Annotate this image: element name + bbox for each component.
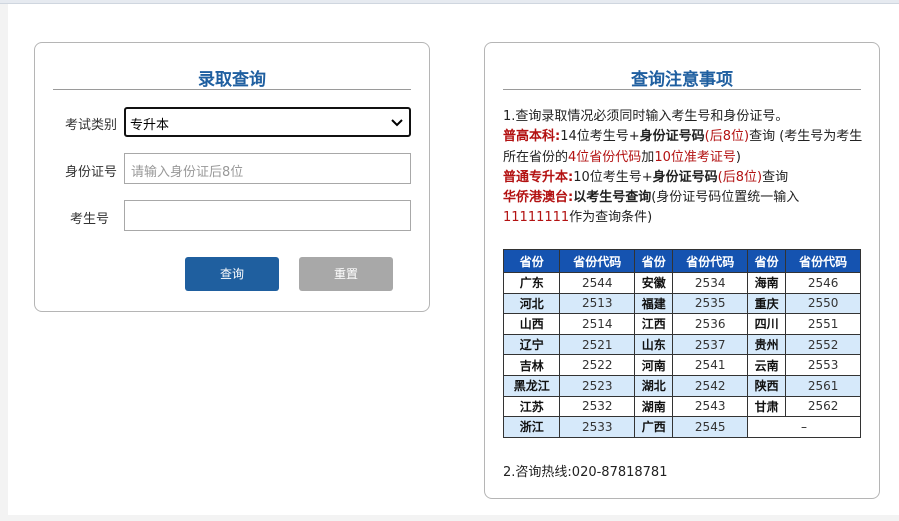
note-1: 1.查询录取情况必须同时输入考生号和身份证号。 (503, 109, 789, 124)
header-province: 省份 (634, 249, 674, 273)
province-name: 山东 (634, 333, 674, 356)
province-code: 2532 (559, 395, 636, 418)
province-name: 福建 (634, 292, 674, 315)
province-code: 2561 (785, 374, 861, 397)
province-name: 辽宁 (502, 333, 561, 356)
title-divider (503, 89, 861, 90)
province-code: 2550 (785, 292, 861, 315)
note-gaokao: 普高本科:14位考生号+身份证号码(后8位)查询 (考生号为考生所在省份的4位省… (503, 129, 863, 165)
query-panel-title: 录取查询 (198, 70, 266, 90)
province-name: 山西 (502, 313, 561, 335)
province-code: 2513 (559, 292, 636, 315)
header-code: 省份代码 (672, 249, 749, 273)
exam-type-select[interactable]: 专升本 (124, 107, 411, 137)
table-row: 吉林 2522 河南 2541 云南 2553 (502, 354, 861, 376)
bottom-gutter (0, 515, 899, 521)
province-name: 甘肃 (747, 395, 787, 418)
top-border (0, 0, 899, 4)
note-zsb: 普通专升本:10位考生号+身份证号码(后8位)查询 (503, 169, 789, 185)
empty-cell: – (747, 416, 861, 438)
exam-number-input[interactable] (124, 200, 411, 231)
province-name: 黑龙江 (502, 374, 561, 397)
province-name: 云南 (747, 354, 787, 376)
province-code: 2523 (559, 374, 636, 397)
exam-type-selected-value: 专升本 (130, 118, 170, 133)
province-name: 江苏 (502, 395, 561, 418)
province-name: 湖北 (634, 374, 674, 397)
header-code: 省份代码 (785, 249, 861, 273)
exam-type-label: 考试类别 (64, 118, 117, 133)
table-row: 黑龙江 2523 湖北 2542 陕西 2561 (502, 374, 861, 397)
province-code: 2544 (559, 272, 636, 294)
province-name: 贵州 (747, 333, 787, 356)
province-name: 江西 (634, 313, 674, 335)
province-name: 重庆 (747, 292, 787, 315)
notes-panel-title: 查询注意事项 (631, 70, 733, 90)
province-code: 2536 (672, 313, 749, 335)
table-row: 河北 2513 福建 2535 重庆 2550 (502, 292, 861, 315)
note-overseas: 华侨港澳台:以考生号查询(身份证号码位置统一输入11111111作为查询条件) (503, 190, 800, 226)
province-name: 吉林 (502, 354, 561, 376)
header-code: 省份代码 (559, 249, 636, 273)
hotline-text: 2.咨询热线:020-87818781 (503, 461, 667, 480)
province-name: 河北 (502, 292, 561, 315)
province-code: 2535 (672, 292, 749, 315)
province-code: 2541 (672, 354, 749, 376)
chevron-down-icon (391, 119, 403, 127)
left-gutter (0, 4, 8, 521)
id-number-input[interactable]: 请输入身份证后8位 (124, 153, 411, 184)
province-name: 湖南 (634, 395, 674, 418)
table-row: 浙江 2533 广西 2545 – (502, 416, 861, 438)
hotline-label: 2.咨询热线: (503, 465, 572, 480)
table-header-row: 省份 省份代码 省份 省份代码 省份 省份代码 (502, 249, 861, 273)
title-divider (53, 89, 411, 90)
province-code: 2537 (672, 333, 749, 356)
province-code: 2534 (672, 272, 749, 294)
province-code: 2562 (785, 395, 861, 418)
province-code: 2542 (672, 374, 749, 397)
province-code: 2521 (559, 333, 636, 356)
province-name: 浙江 (502, 416, 561, 438)
id-number-placeholder: 请输入身份证后8位 (131, 165, 244, 180)
province-code: 2543 (672, 395, 749, 418)
province-code-table: 省份 省份代码 省份 省份代码 省份 省份代码 广东 2544 安徽 2534 … (502, 249, 861, 438)
header-province: 省份 (747, 249, 787, 273)
notes-text: 1.查询录取情况必须同时输入考生号和身份证号。 普高本科:14位考生号+身份证号… (503, 107, 865, 229)
province-code: 2514 (559, 313, 636, 335)
province-name: 海南 (747, 272, 787, 294)
query-button[interactable]: 查询 (185, 257, 279, 291)
province-code: 2546 (785, 272, 861, 294)
table-row: 山西 2514 江西 2536 四川 2551 (502, 313, 861, 335)
province-code: 2552 (785, 333, 861, 356)
province-code: 2533 (559, 416, 636, 438)
province-code: 2522 (559, 354, 636, 376)
query-notes-panel: 查询注意事项 1.查询录取情况必须同时输入考生号和身份证号。 普高本科:14位考… (484, 42, 880, 499)
province-name: 陕西 (747, 374, 787, 397)
province-name: 广西 (634, 416, 674, 438)
table-row: 广东 2544 安徽 2534 海南 2546 (502, 272, 861, 294)
province-name: 四川 (747, 313, 787, 335)
province-name: 广东 (502, 272, 561, 294)
province-name: 安徽 (634, 272, 674, 294)
province-code: 2551 (785, 313, 861, 335)
reset-button[interactable]: 重置 (299, 257, 393, 291)
header-province: 省份 (502, 249, 561, 273)
province-code: 2545 (672, 416, 749, 438)
table-row: 江苏 2532 湖南 2543 甘肃 2562 (502, 395, 861, 418)
exam-number-label: 考生号 (69, 212, 109, 227)
hotline-number: 020-87818781 (571, 465, 668, 480)
id-number-label: 身份证号 (64, 165, 117, 180)
province-name: 河南 (634, 354, 674, 376)
table-row: 辽宁 2521 山东 2537 贵州 2552 (502, 333, 861, 356)
admission-query-panel: 录取查询 考试类别 专升本 身份证号 请输入身份证后8位 考生号 查询 重置 (34, 42, 430, 312)
province-code: 2553 (785, 354, 861, 376)
